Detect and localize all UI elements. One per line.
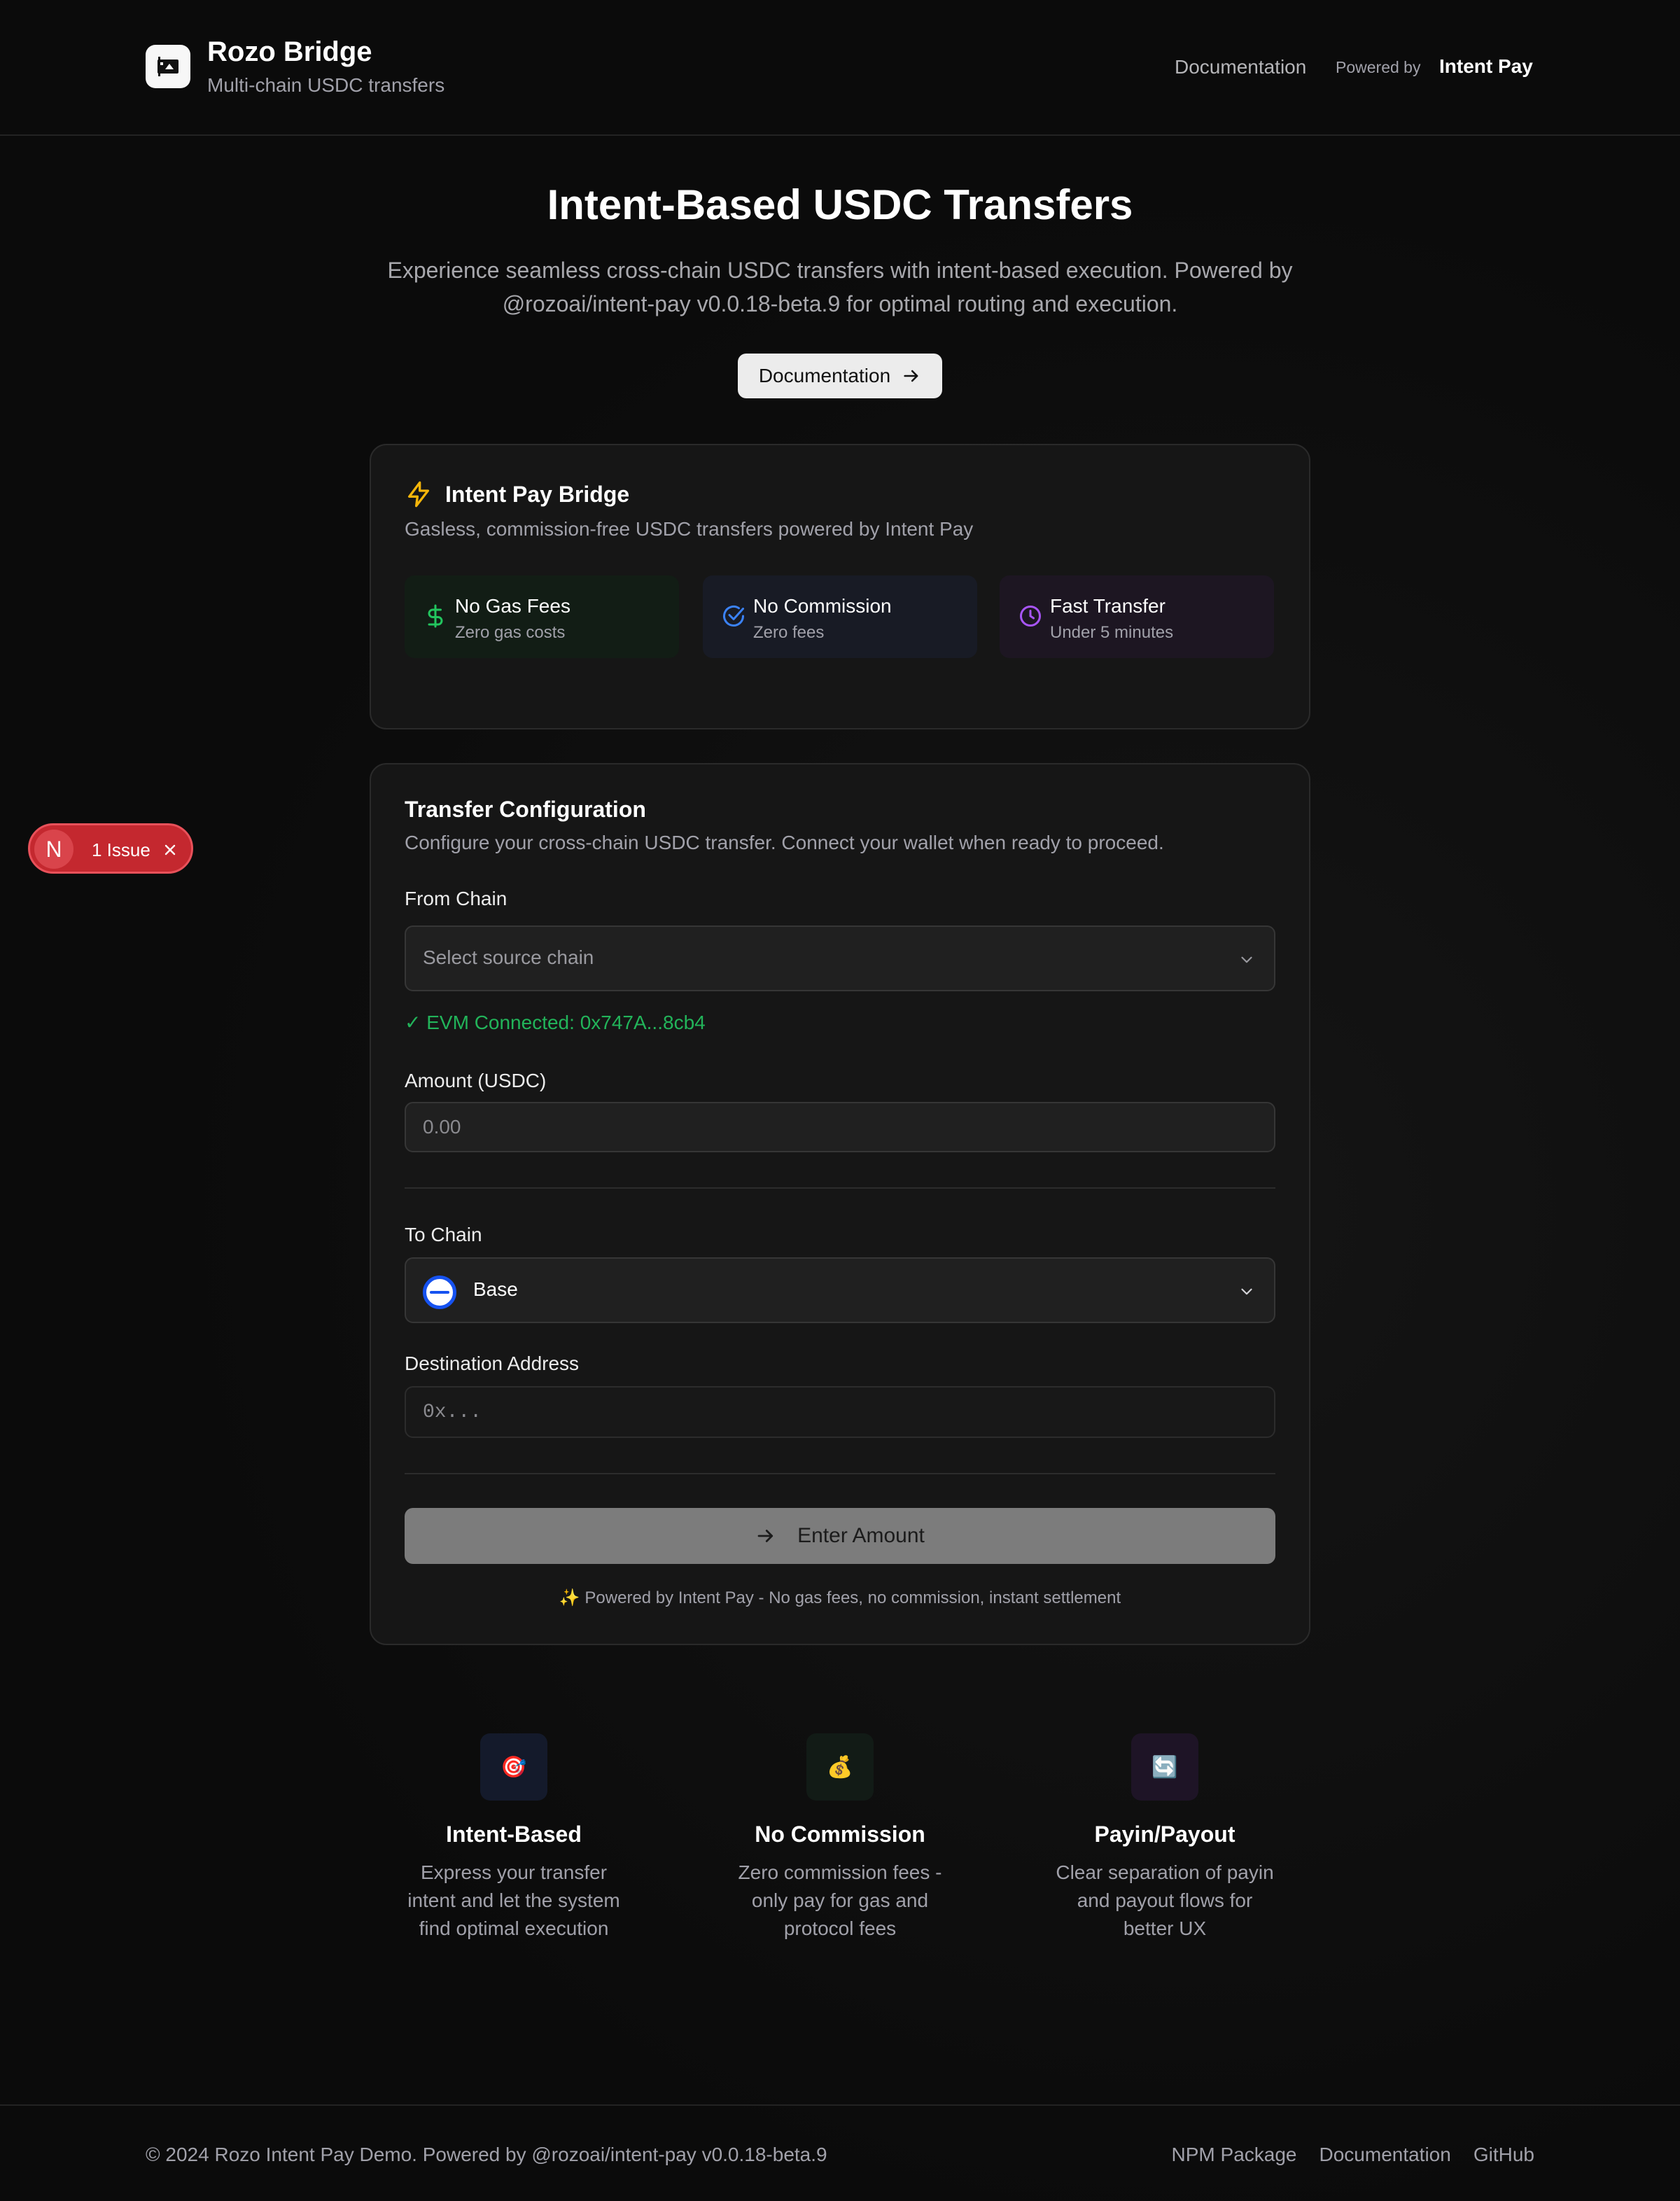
powered-by-label: Powered by (1336, 58, 1421, 76)
close-icon[interactable] (162, 841, 178, 858)
footer-link-documentation[interactable]: Documentation (1320, 2144, 1451, 2166)
to-chain-select[interactable]: Base (405, 1257, 1275, 1323)
app-title: Rozo Bridge (207, 36, 372, 67)
page-footer: © 2024 Rozo Intent Pay Demo. Powered by … (0, 2104, 1680, 2201)
top-header: Rozo Bridge Multi-chain USDC transfers D… (0, 0, 1680, 136)
nextjs-icon: N (34, 830, 74, 869)
bottom-feature-description: Express your transfer intent and let the… (407, 1861, 620, 1939)
hero-description: Experience seamless cross-chain USDC tra… (387, 258, 1293, 316)
powered-by-brand[interactable]: Intent Pay (1439, 55, 1533, 78)
base-chain-icon (423, 1276, 456, 1309)
bottom-feature-no-commission: 💰 No Commission Zero commission fees - o… (714, 1733, 966, 1943)
bottom-feature-title: Intent-Based (446, 1822, 582, 1847)
bottom-feature-title: No Commission (755, 1822, 925, 1847)
wallet-connected-status: ✓ EVM Connected: 0x747A...8cb4 (405, 1012, 706, 1033)
bridge-logo-icon (158, 57, 178, 76)
feature-no-commission: No Commission Zero fees (703, 575, 977, 658)
feature-subtitle: Under 5 minutes (1050, 623, 1174, 642)
chevron-down-icon (1241, 956, 1252, 963)
app-subtitle: Multi-chain USDC transfers (207, 74, 445, 96)
transfer-configuration-card: Transfer Configuration Configure your cr… (370, 763, 1310, 1645)
issues-badge[interactable]: N 1 Issue (28, 823, 193, 874)
bottom-feature-payin-payout: 🔄 Payin/Payout Clear separation of payin… (1039, 1733, 1291, 1943)
arrow-right-icon (904, 370, 918, 382)
transfer-title: Transfer Configuration (405, 797, 646, 822)
feature-subtitle: Zero fees (753, 623, 825, 642)
footer-copyright: © 2024 Rozo Intent Pay Demo. Powered by … (146, 2144, 827, 2165)
target-icon: 🎯 (480, 1733, 547, 1801)
lightning-icon (408, 481, 429, 508)
powered-by-note: ✨ Powered by Intent Pay - No gas fees, n… (559, 1588, 1121, 1607)
app-logo[interactable] (146, 45, 190, 88)
destination-address-label: Destination Address (405, 1353, 580, 1374)
issues-count-label: 1 Issue (92, 839, 150, 860)
feature-no-gas-fees: No Gas Fees Zero gas costs (405, 575, 679, 658)
hero-title: Intent-Based USDC Transfers (547, 181, 1133, 228)
enter-amount-button[interactable]: Enter Amount (405, 1508, 1275, 1564)
section-divider (405, 1187, 1275, 1189)
to-chain-label: To Chain (405, 1224, 482, 1245)
transfer-description: Configure your cross-chain USDC transfer… (405, 832, 1164, 853)
section-divider (405, 1473, 1275, 1474)
intent-pay-bridge-card: Intent Pay Bridge Gasless, commission-fr… (370, 444, 1310, 729)
destination-address-input[interactable] (405, 1386, 1275, 1438)
documentation-button-label: Documentation (758, 365, 891, 386)
to-chain-value: Base (473, 1278, 518, 1300)
feature-title: No Commission (753, 595, 892, 617)
documentation-button[interactable]: Documentation (738, 354, 942, 398)
bottom-feature-description: Zero commission fees - only pay for gas … (738, 1861, 942, 1939)
feature-title: No Gas Fees (455, 595, 570, 617)
arrow-right-icon (757, 1530, 774, 1542)
feature-title: Fast Transfer (1050, 595, 1166, 617)
bridge-card-title: Intent Pay Bridge (445, 481, 630, 507)
footer-links: NPM Package Documentation GitHub (1172, 2144, 1534, 2166)
amount-input[interactable] (405, 1102, 1275, 1152)
from-chain-label: From Chain (405, 888, 507, 909)
bridge-card-subtitle: Gasless, commission-free USDC transfers … (405, 518, 974, 540)
clock-icon (1020, 606, 1041, 627)
footer-link-github[interactable]: GitHub (1474, 2144, 1534, 2166)
feature-fast-transfer: Fast Transfer Under 5 minutes (1000, 575, 1274, 658)
from-chain-placeholder: Select source chain (423, 946, 594, 968)
check-circle-icon (723, 606, 744, 627)
dollar-icon (428, 604, 443, 628)
bottom-feature-description: Clear separation of payin and payout flo… (1056, 1861, 1274, 1939)
nav-documentation-link[interactable]: Documentation (1175, 56, 1306, 78)
bridge-card-header: Intent Pay Bridge (405, 480, 629, 508)
chevron-down-icon (1241, 1288, 1252, 1295)
enter-amount-label: Enter Amount (797, 1524, 925, 1547)
bottom-feature-intent-based: 🎯 Intent-Based Express your transfer int… (388, 1733, 640, 1943)
bottom-feature-title: Payin/Payout (1094, 1822, 1236, 1847)
money-bag-icon: 💰 (806, 1733, 874, 1801)
feature-subtitle: Zero gas costs (455, 623, 566, 642)
footer-link-npm[interactable]: NPM Package (1172, 2144, 1297, 2166)
refresh-icon: 🔄 (1131, 1733, 1198, 1801)
from-chain-select[interactable]: Select source chain (405, 925, 1275, 991)
amount-label: Amount (USDC) (405, 1070, 547, 1091)
